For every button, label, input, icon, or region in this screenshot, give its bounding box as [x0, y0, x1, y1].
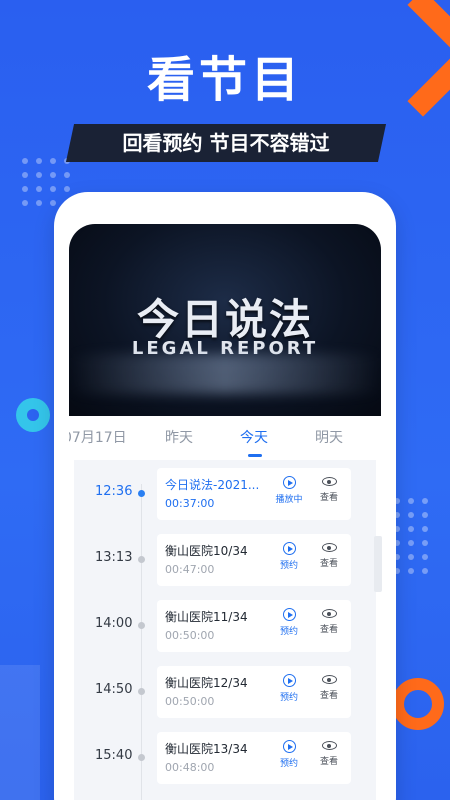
program-title: 衡山医院10/34: [165, 544, 248, 558]
view-button[interactable]: 查看: [311, 672, 347, 712]
timeline-dot: [138, 556, 145, 563]
action-label: 预约: [279, 693, 298, 703]
play-circle-icon: [282, 740, 296, 753]
action-label: 播放中: [275, 495, 303, 505]
program-duration: 00:37:00: [165, 497, 215, 510]
list-item: 14:50 衡山医院12/34 00:50:00 预约 查看: [69, 666, 381, 718]
program-title: 衡山医院13/34: [165, 742, 248, 756]
tab-yesterday[interactable]: 昨天: [165, 424, 193, 452]
play-circle-icon: [282, 674, 296, 687]
list-item: 13:13 衡山医院10/34 00:47:00 预约 查看: [69, 534, 381, 586]
video-player[interactable]: 今日说法 LEGAL REPORT: [69, 224, 381, 416]
program-card[interactable]: 衡山医院10/34 00:47:00 预约 查看: [157, 534, 351, 586]
program-card[interactable]: 衡山医院11/34 00:50:00 预约 查看: [157, 600, 351, 652]
program-title: 衡山医院12/34: [165, 676, 248, 690]
view-label: 查看: [319, 625, 338, 635]
play-circle-icon: [282, 476, 296, 489]
tab-date-0717[interactable]: 07月17日: [69, 424, 127, 452]
playing-button[interactable]: 播放中: [269, 474, 309, 514]
date-tabs: 07月17日 昨天 今天 明天: [69, 424, 381, 460]
eye-icon: [321, 477, 337, 486]
program-duration: 00:48:00: [165, 761, 215, 774]
program-logo-subtitle: LEGAL REPORT: [131, 338, 319, 359]
list-item: 14:00 衡山医院11/34 00:50:00 预约 查看: [69, 600, 381, 652]
program-title: 衡山医院11/34: [165, 610, 248, 624]
program-duration: 00:50:00: [165, 629, 215, 642]
cyan-circle-decoration: [16, 398, 50, 432]
eye-icon: [321, 609, 337, 618]
side-drawer-handle[interactable]: [374, 536, 382, 592]
view-label: 查看: [319, 493, 338, 503]
dot-grid-decoration: [22, 158, 70, 206]
program-duration: 00:50:00: [165, 695, 215, 708]
list-item: 12:36 今日说法-2021... 00:37:00 播放中 查看: [69, 468, 381, 520]
timeline-dot: [138, 754, 145, 761]
orange-ring-decoration: [392, 678, 444, 730]
play-circle-icon: [282, 542, 296, 555]
action-label: 预约: [279, 759, 298, 769]
view-label: 查看: [319, 757, 338, 767]
reserve-button[interactable]: 预约: [269, 672, 309, 712]
program-time: 14:50: [95, 682, 133, 697]
view-button[interactable]: 查看: [311, 606, 347, 646]
program-title: 今日说法-2021...: [165, 478, 260, 492]
program-duration: 00:47:00: [165, 563, 215, 576]
program-card[interactable]: 衡山医院13/34 00:48:00 预约 查看: [157, 732, 351, 784]
eye-icon: [321, 675, 337, 684]
list-item: 15:40 衡山医院13/34 00:48:00 预约 查看: [69, 732, 381, 784]
light-block-decoration: [0, 665, 40, 800]
timeline-dot: [138, 622, 145, 629]
reserve-button[interactable]: 预约: [269, 606, 309, 646]
view-button[interactable]: 查看: [311, 738, 347, 778]
program-card[interactable]: 衡山医院12/34 00:50:00 预约 查看: [157, 666, 351, 718]
timeline-dot: [138, 688, 145, 695]
program-card[interactable]: 今日说法-2021... 00:37:00 播放中 查看: [157, 468, 351, 520]
action-label: 预约: [279, 561, 298, 571]
action-label: 预约: [279, 627, 298, 637]
program-time: 15:40: [95, 748, 133, 763]
view-button[interactable]: 查看: [311, 540, 347, 580]
view-label: 查看: [319, 691, 338, 701]
program-time: 13:13: [95, 550, 133, 565]
program-time: 12:36: [95, 484, 133, 499]
tab-tomorrow[interactable]: 明天: [315, 424, 343, 452]
hero-subtitle: 回看预约 节目不容错过: [122, 131, 330, 155]
tab-today[interactable]: 今天: [240, 424, 268, 452]
reserve-button[interactable]: 预约: [269, 540, 309, 580]
view-button[interactable]: 查看: [311, 474, 347, 514]
hero-title: 看节目: [146, 52, 303, 108]
timeline-dot: [138, 490, 145, 497]
view-label: 查看: [319, 559, 338, 569]
app-screen: 今日说法 LEGAL REPORT 07月17日 昨天 今天 明天 12:36 …: [69, 224, 381, 800]
eye-icon: [321, 741, 337, 750]
program-time: 14:00: [95, 616, 133, 631]
play-circle-icon: [282, 608, 296, 621]
active-tab-indicator: [248, 454, 262, 457]
reserve-button[interactable]: 预约: [269, 738, 309, 778]
eye-icon: [321, 543, 337, 552]
